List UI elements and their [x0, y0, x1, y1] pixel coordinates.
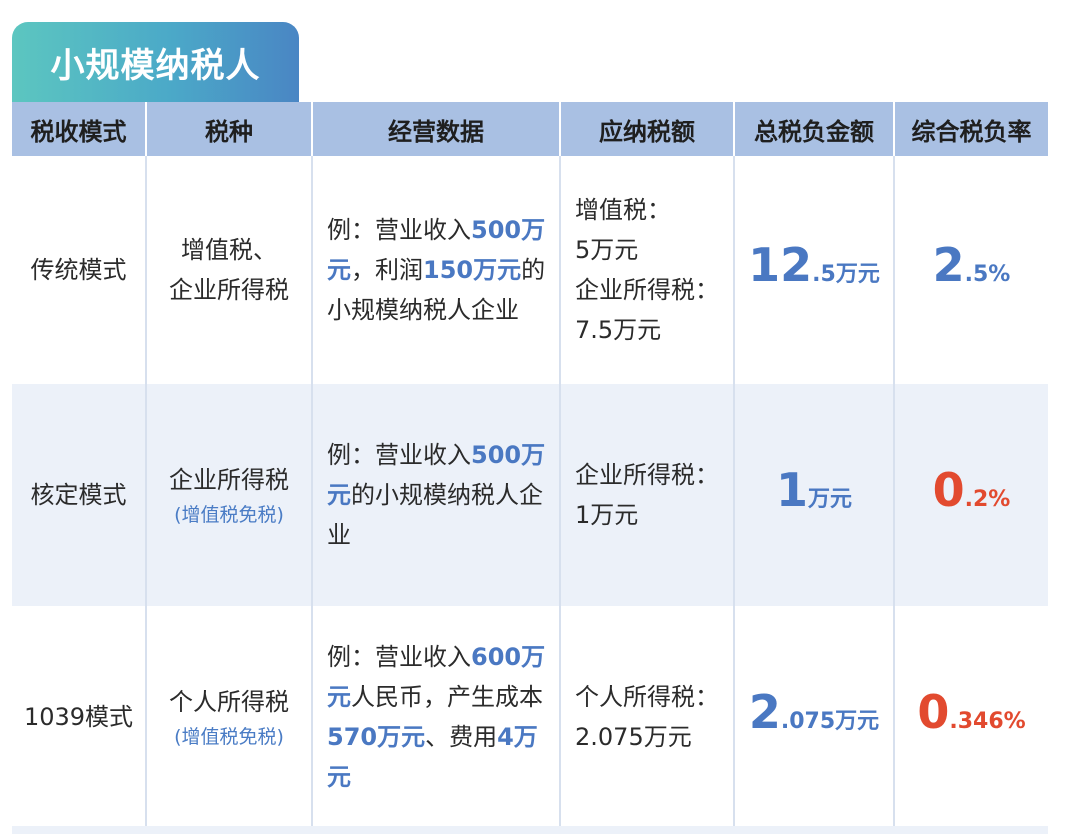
- tax-rate-cell: 0.2%: [894, 384, 1048, 606]
- total-tax-cell: 1万元: [734, 384, 895, 606]
- tax-due-cell: 个人所得税： 2.075万元: [560, 606, 735, 828]
- tax-mode-cell: 传统模式: [12, 156, 147, 384]
- tax-kind-line: 个人所得税: [169, 688, 289, 716]
- table-row: 传统模式 增值税、 企业所得税 例：营业收入500万元，利润150万元的小规模纳…: [12, 156, 1048, 384]
- total-tax-value: 1万元: [775, 463, 853, 517]
- header-tax-due: 应纳税额: [560, 102, 735, 156]
- business-text: 人民币，产生成本: [351, 683, 543, 711]
- tax-due-line: 增值税：: [575, 196, 671, 224]
- tax-due-line: 企业所得税：: [575, 461, 719, 489]
- tax-rate-cell: 2.5%: [894, 156, 1048, 384]
- business-data-cell: 例：营业收入600万元人民币，产生成本570万元、费用4万元: [312, 606, 561, 828]
- tax-mode-cell: 核定模式: [12, 384, 147, 606]
- vat-exempt-note: (增值税免税): [174, 726, 284, 748]
- header-tax-rate: 综合税负率: [894, 102, 1048, 156]
- total-tax-cell: 12.5万元: [734, 156, 895, 384]
- business-text: 的小规模纳税人企业: [327, 481, 543, 549]
- total-tax-cell: 2.075万元: [734, 606, 895, 828]
- page-title: 小规模纳税人: [12, 22, 299, 102]
- business-text: 例：营业收入: [327, 441, 471, 469]
- tax-due-line: 企业所得税：: [575, 276, 719, 304]
- tax-kind-line: 增值税、: [181, 236, 277, 264]
- table-header-row: 税收模式 税种 经营数据 应纳税额 总税负金额 综合税负率: [12, 102, 1048, 156]
- table-row: 1039模式 个人所得税 (增值税免税) 例：营业收入600万元人民币，产生成本…: [12, 606, 1048, 828]
- tax-kind-line: 企业所得税: [169, 276, 289, 304]
- business-highlight: 150万元: [423, 256, 522, 284]
- header-tax-mode: 税收模式: [12, 102, 147, 156]
- business-data-cell: 例：营业收入500万元，利润150万元的小规模纳税人企业: [312, 156, 561, 384]
- business-text: 例：营业收入: [327, 216, 471, 244]
- tax-due-line: 5万元: [575, 236, 639, 264]
- business-text: 、费用: [425, 723, 498, 751]
- total-tax-value: 12.5万元: [748, 238, 880, 292]
- tax-due-line: 个人所得税：: [575, 683, 719, 711]
- vat-exempt-note: (增值税免税): [174, 504, 284, 526]
- tax-due-line: 2.075万元: [575, 723, 692, 751]
- table-row: 核定模式 企业所得税 (增值税免税) 例：营业收入500万元的小规模纳税人企业 …: [12, 384, 1048, 606]
- tax-due-cell: 增值税： 5万元 企业所得税： 7.5万元: [560, 156, 735, 384]
- table-bottom-band: [12, 826, 1048, 834]
- tax-kind-cell: 增值税、 企业所得税: [146, 156, 313, 384]
- tax-rate-cell: 0.346%: [894, 606, 1048, 828]
- tax-kind-cell: 企业所得税 (增值税免税): [146, 384, 313, 606]
- header-tax-kind: 税种: [146, 102, 313, 156]
- tax-rate-value: 2.5%: [932, 238, 1011, 292]
- header-total-tax: 总税负金额: [734, 102, 895, 156]
- tax-kind-cell: 个人所得税 (增值税免税): [146, 606, 313, 828]
- tax-due-line: 1万元: [575, 501, 639, 529]
- tax-rate-value: 0.346%: [917, 685, 1026, 739]
- tax-mode-cell: 1039模式: [12, 606, 147, 828]
- tax-kind-line: 企业所得税: [169, 466, 289, 494]
- business-text: ，利润: [351, 256, 423, 284]
- tax-comparison-table: 税收模式 税种 经营数据 应纳税额 总税负金额 综合税负率 传统模式 增值税、 …: [12, 102, 1048, 828]
- total-tax-value: 2.075万元: [748, 685, 880, 739]
- tax-rate-value: 0.2%: [932, 463, 1011, 517]
- tax-due-cell: 企业所得税： 1万元: [560, 384, 735, 606]
- business-text: 例：营业收入: [327, 643, 471, 671]
- business-data-cell: 例：营业收入500万元的小规模纳税人企业: [312, 384, 561, 606]
- header-business-data: 经营数据: [312, 102, 561, 156]
- business-highlight: 570万元: [327, 723, 426, 751]
- tax-due-line: 7.5万元: [575, 316, 662, 344]
